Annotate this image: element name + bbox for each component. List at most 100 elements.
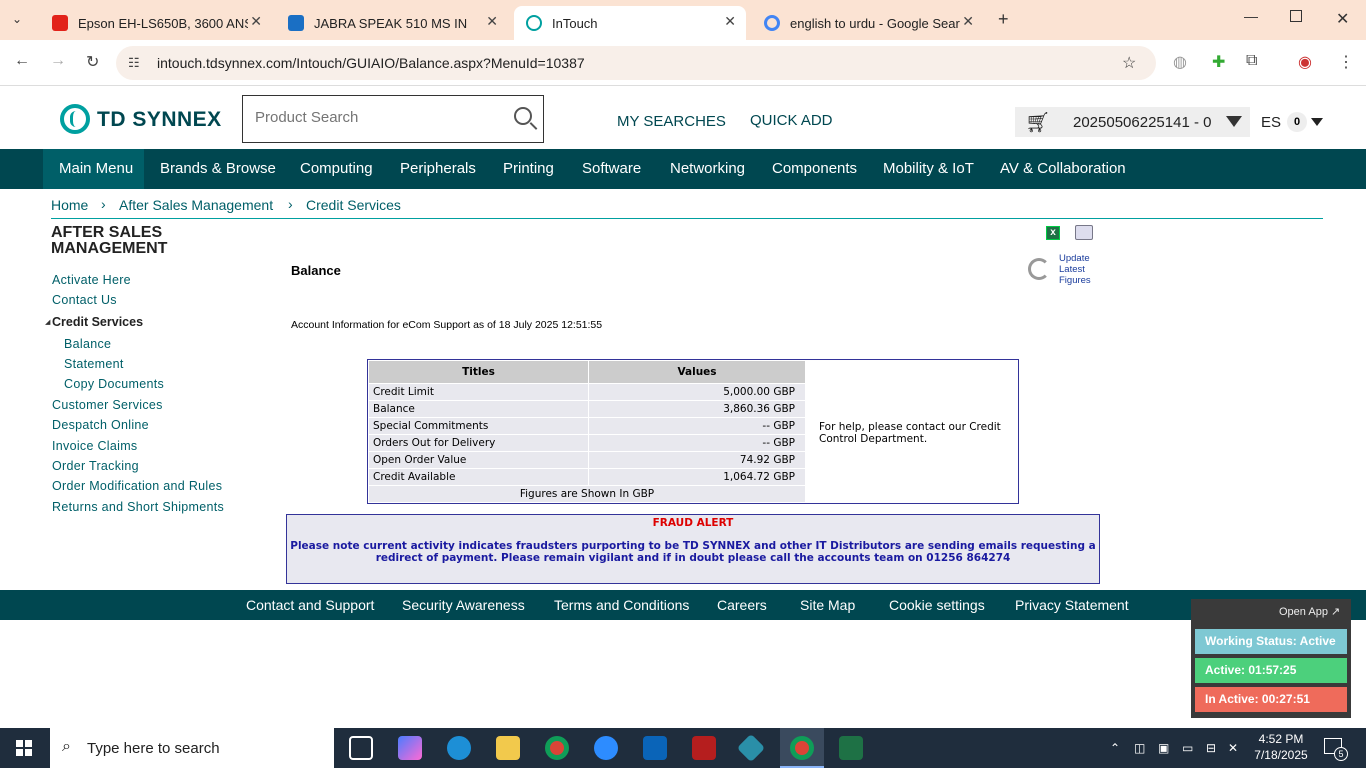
close-tab-icon[interactable]: ✕	[962, 13, 974, 30]
nav-printing[interactable]: Printing	[503, 149, 554, 189]
extension-icon[interactable]: ✚	[1212, 52, 1225, 72]
fraud-alert-message: Please note current activity indicates f…	[290, 540, 1096, 564]
task-view-icon[interactable]	[349, 736, 373, 760]
nav-main-menu[interactable]: Main Menu	[43, 149, 144, 189]
footer-contact-support[interactable]: Contact and Support	[246, 597, 374, 613]
outlook-icon[interactable]	[643, 736, 667, 760]
profile-icon[interactable]: ◉	[1298, 52, 1312, 72]
open-app-link[interactable]: Open App ↗	[1279, 605, 1340, 618]
bookmark-star-icon[interactable]: ☆	[1122, 53, 1136, 73]
breadcrumb-after-sales[interactable]: After Sales Management	[119, 197, 273, 213]
refresh-icon[interactable]	[1028, 258, 1050, 280]
footer-cookie-settings[interactable]: Cookie settings	[889, 597, 985, 613]
nav-mobility-iot[interactable]: Mobility & IoT	[883, 149, 974, 189]
tray-camera-icon[interactable]: ◫	[1134, 740, 1145, 756]
sidebar-item-balance[interactable]: Balance	[64, 337, 111, 351]
restore-icon[interactable]	[1290, 10, 1302, 22]
minimize-icon[interactable]: —	[1244, 8, 1258, 24]
windows-start-icon[interactable]	[16, 740, 32, 756]
edge-icon[interactable]	[447, 736, 471, 760]
nav-components[interactable]: Components	[772, 149, 857, 189]
excel-export-icon[interactable]: x	[1046, 226, 1060, 240]
update-label[interactable]: Update Latest Figures	[1059, 253, 1095, 286]
sidebar-item-despatch-online[interactable]: Despatch Online	[52, 418, 149, 432]
language-label[interactable]: ES	[1261, 114, 1281, 131]
app-diamond-icon[interactable]	[736, 733, 766, 763]
nav-brands-browse[interactable]: Brands & Browse	[160, 149, 276, 189]
close-window-icon[interactable]: ✕	[1336, 9, 1349, 29]
tray-network-icon[interactable]: ⊟	[1206, 740, 1216, 756]
account-info-text: Account Information for eCom Support as …	[291, 319, 603, 331]
taskbar-search-box[interactable]: ⌕ Type here to search	[50, 728, 334, 768]
account-dropdown-icon[interactable]	[1311, 118, 1323, 126]
excel-icon[interactable]	[839, 736, 863, 760]
back-icon[interactable]: ←	[14, 52, 30, 70]
footer-site-map[interactable]: Site Map	[800, 597, 855, 613]
tray-battery-icon[interactable]: ▭	[1182, 740, 1193, 756]
quick-add-link[interactable]: QUICK ADD	[750, 112, 833, 129]
cart-selector[interactable]: 🛒︎ 20250506225141 - 0	[1015, 107, 1250, 137]
tray-display-icon[interactable]: ▣	[1158, 740, 1169, 756]
tab-intouch[interactable]: InTouch ✕	[514, 6, 746, 40]
file-explorer-icon[interactable]	[496, 736, 520, 760]
row-value: 3,860.36 GBP	[588, 400, 806, 418]
nav-peripherals[interactable]: Peripherals	[400, 149, 476, 189]
breadcrumb-credit-services[interactable]: Credit Services	[306, 197, 401, 213]
close-tab-icon[interactable]: ✕	[486, 13, 498, 30]
nav-av-collaboration[interactable]: AV & Collaboration	[1000, 149, 1126, 189]
footer-terms-conditions[interactable]: Terms and Conditions	[554, 597, 689, 613]
sidebar-item-statement[interactable]: Statement	[64, 357, 124, 371]
footer-privacy-statement[interactable]: Privacy Statement	[1015, 597, 1129, 613]
tab-epson[interactable]: Epson EH-LS650B, 3600 ANSI lu ✕	[40, 6, 272, 40]
sidebar-item-invoice-claims[interactable]: Invoice Claims	[52, 439, 137, 453]
tab-list-icon[interactable]: ⌄	[12, 12, 28, 28]
sidebar-item-copy-documents[interactable]: Copy Documents	[64, 377, 164, 391]
sidebar-item-activate-here[interactable]: Activate Here	[52, 273, 131, 287]
tray-chevron-up-icon[interactable]: ⌃	[1110, 740, 1120, 756]
sidebar-item-order-tracking[interactable]: Order Tracking	[52, 459, 139, 473]
nav-computing[interactable]: Computing	[300, 149, 373, 189]
url-text[interactable]: intouch.tdsynnex.com/Intouch/GUIAIO/Bala…	[157, 55, 585, 71]
close-tab-icon[interactable]: ✕	[250, 13, 262, 30]
sidebar-item-returns-short-shipments[interactable]: Returns and Short Shipments	[52, 500, 224, 514]
tab-jabra[interactable]: JABRA SPEAK 510 MS IN ✕	[276, 6, 508, 40]
filezilla-icon[interactable]	[692, 736, 716, 760]
footer-security-awareness[interactable]: Security Awareness	[402, 597, 525, 613]
breadcrumb-home[interactable]: Home	[51, 197, 88, 213]
chevron-down-icon[interactable]	[1226, 116, 1242, 127]
my-searches-link[interactable]: MY SEARCHES	[617, 113, 726, 130]
print-icon[interactable]	[1075, 225, 1093, 240]
translate-icon[interactable]: ◍	[1173, 52, 1187, 72]
extensions-puzzle-icon[interactable]: ⧉	[1246, 52, 1257, 70]
chrome-icon[interactable]	[545, 736, 569, 760]
tray-volume-mute-icon[interactable]: ✕	[1228, 740, 1238, 756]
copilot-icon[interactable]	[398, 736, 422, 760]
account-count-badge[interactable]: 0	[1287, 112, 1307, 132]
clock-date: 7/18/2025	[1254, 748, 1308, 762]
sidebar-item-customer-services[interactable]: Customer Services	[52, 398, 163, 412]
site-info-icon[interactable]: ☷	[128, 55, 140, 71]
tab-google[interactable]: english to urdu - Google Search ✕	[752, 6, 984, 40]
nav-software[interactable]: Software	[582, 149, 641, 189]
footer-careers[interactable]: Careers	[717, 597, 767, 613]
tray-clock[interactable]: 4:52 PM 7/18/2025	[1250, 731, 1312, 763]
forward-icon[interactable]: →	[50, 52, 66, 70]
browser-menu-icon[interactable]: ⋮	[1338, 52, 1354, 72]
sidebar-item-contact-us[interactable]: Contact Us	[52, 293, 117, 307]
search-icon: ⌕	[62, 738, 71, 755]
close-tab-icon[interactable]: ✕	[724, 13, 736, 30]
site-footer: Contact and Support Security Awareness T…	[0, 590, 1366, 620]
product-search-input[interactable]	[255, 109, 505, 126]
reload-icon[interactable]: ↻	[86, 52, 99, 72]
chrome-active-slot[interactable]	[780, 728, 824, 768]
logo-text[interactable]: TD SYNNEX	[97, 108, 222, 132]
sidebar-item-order-modification[interactable]: Order Modification and Rules	[52, 479, 222, 493]
nav-networking[interactable]: Networking	[670, 149, 745, 189]
td-synnex-logo-icon[interactable]	[60, 104, 90, 134]
omnibox[interactable]: ☷ intouch.tdsynnex.com/Intouch/GUIAIO/Ba…	[116, 46, 1156, 80]
working-status-widget: Open App ↗ Working Status: Active Active…	[1191, 599, 1351, 718]
update-latest-figures-link[interactable]: Update Latest Figures	[1059, 253, 1095, 286]
new-tab-icon[interactable]: +	[998, 9, 1009, 30]
sidebar-item-credit-services[interactable]: Credit Services	[52, 315, 143, 329]
zoom-icon[interactable]	[594, 736, 618, 760]
